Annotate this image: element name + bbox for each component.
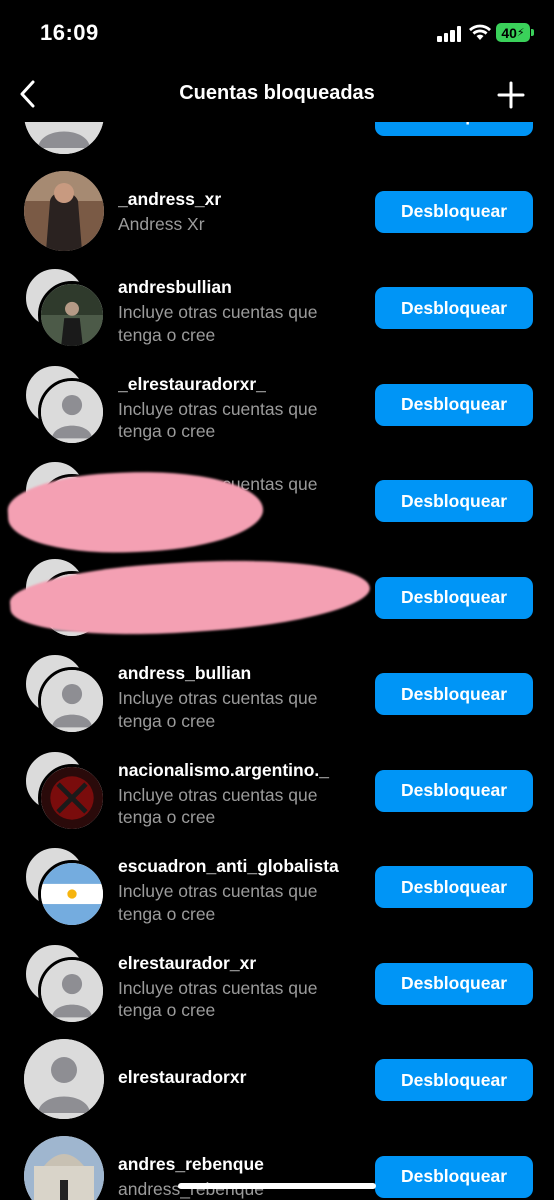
account-text: _andress_xr Andress Xr (118, 189, 363, 236)
cellular-signal-icon (437, 26, 462, 42)
account-row[interactable]: elrestaurador_xr Incluye otras cuentas qu… (0, 935, 554, 1032)
home-indicator (178, 1183, 376, 1189)
avatar[interactable] (24, 363, 106, 446)
avatar-image (24, 1135, 104, 1200)
unblock-button[interactable]: Desbloquear (375, 1155, 533, 1198)
avatar[interactable] (24, 942, 106, 1025)
account-username[interactable]: _elrestauradorxr_ (118, 374, 363, 395)
avatar[interactable] (24, 1039, 104, 1119)
avatar[interactable] (24, 122, 104, 154)
account-username[interactable]: escuadron_anti_globalista (118, 856, 363, 877)
blocked-accounts-list[interactable]: buenainformacion2025Desbloquear_andress_… (0, 122, 554, 1200)
account-row[interactable]: elrestauradorxr Desbloquear (0, 1031, 554, 1128)
unblock-button[interactable]: Desbloquear (375, 866, 533, 908)
battery-cap (531, 29, 534, 36)
account-row[interactable]: nacionalismo.argentino._ Incluye otras cu… (0, 742, 554, 839)
account-username[interactable]: andress_bullian (118, 663, 363, 684)
unblock-button[interactable]: Desbloquear (375, 122, 533, 136)
account-subtitle: Incluye otras cuentas que tenga o cree (118, 398, 318, 442)
unblock-button[interactable]: Desbloquear (375, 673, 533, 715)
avatar[interactable] (24, 653, 106, 735)
account-username[interactable]: andresbullian (118, 277, 363, 298)
avatar-front (38, 667, 106, 735)
battery-icon: 40 ⚡ (496, 23, 530, 42)
account-row[interactable]: _elrestauradorxr_ Incluye otras cuentas q… (0, 356, 554, 453)
unblock-button[interactable]: Desbloquear (375, 480, 533, 522)
page-title: Cuentas bloqueadas (179, 82, 375, 104)
account-username[interactable]: _andress_xr (118, 189, 363, 210)
avatar-front (38, 860, 106, 928)
account-subtitle: Incluye otras cuentas que tenga o cree (118, 977, 318, 1021)
avatar[interactable] (24, 267, 106, 349)
avatar-image (24, 1039, 104, 1119)
account-text: andress_bullian Incluye otras cuentas que… (118, 663, 363, 732)
account-username[interactable]: elrestauradorxr (118, 1067, 363, 1088)
avatar[interactable] (24, 846, 106, 928)
plus-icon (497, 81, 525, 109)
account-username[interactable]: elrestaurador_xr (118, 953, 363, 974)
account-subtitle: Incluye otras cuentas que tenga o cree (118, 784, 318, 828)
account-subtitle: Incluye otras cuentas que tenga o cree (118, 881, 318, 924)
battery-level: 40 (501, 24, 517, 41)
account-subtitle: Andress Xr (118, 213, 205, 234)
account-text: andresbullian Incluye otras cuentas que t… (118, 277, 363, 346)
add-button[interactable] (492, 76, 530, 114)
navigation-header: Cuentas bloqueadas (0, 66, 554, 122)
account-username[interactable]: andres_rebenque (118, 1154, 363, 1175)
avatar-front (38, 956, 106, 1025)
account-row[interactable]: buenainformacion2025 Desbloquear (0, 122, 554, 163)
account-text: escuadron_anti_globalista Incluye otras c… (118, 856, 363, 925)
account-row[interactable]: escuadron_anti_globalista Incluye otras c… (0, 838, 554, 935)
account-text: andres_rebenqueandress_rebenque (118, 1154, 363, 1200)
account-text: elrestauradorxr (118, 1067, 363, 1088)
account-row[interactable]: andress_bullian Incluye otras cuentas que… (0, 645, 554, 742)
avatar-image (24, 122, 104, 154)
avatar-front (38, 763, 106, 832)
status-time: 16:09 (40, 20, 99, 45)
account-text: buenainformacion2025 (118, 122, 363, 123)
avatar[interactable] (24, 1135, 104, 1200)
account-text: elrestaurador_xr Incluye otras cuentas qu… (118, 953, 363, 1022)
unblock-button[interactable]: Desbloquear (375, 287, 533, 329)
account-row[interactable]: andres_rebenqueandress_rebenque Desbloque… (0, 1128, 554, 1200)
account-text: _elrestauradorxr_ Incluye otras cuentas q… (118, 374, 363, 443)
avatar[interactable] (24, 170, 104, 251)
unblock-button[interactable]: Desbloquear (375, 769, 533, 812)
account-subtitle: Incluye otras cuentas que tenga o cree (118, 302, 318, 345)
account-subtitle: Incluye otras cuentas que tenga o cree (118, 688, 318, 731)
account-row[interactable]: _andress_xr Andress Xr Desbloquear (0, 163, 554, 260)
unblock-button[interactable]: Desbloquear (375, 962, 533, 1005)
unblock-button[interactable]: Desbloquear (375, 576, 533, 619)
account-username[interactable]: buenainformacion2025 (118, 122, 363, 123)
status-bar: 16:09 40 ⚡ (0, 0, 554, 66)
unblock-button[interactable]: Desbloquear (375, 383, 533, 426)
account-row[interactable]: andresbullian Incluye otras cuentas que t… (0, 259, 554, 356)
avatar[interactable] (24, 749, 106, 832)
list-content: buenainformacion2025Desbloquear_andress_… (0, 122, 554, 1200)
unblock-button[interactable]: Desbloquear (375, 190, 533, 233)
avatar-image (24, 170, 104, 251)
avatar-front (38, 377, 106, 446)
account-text: nacionalismo.argentino._ Incluye otras cu… (118, 760, 363, 829)
account-username[interactable]: nacionalismo.argentino._ (118, 760, 363, 781)
avatar-front (38, 281, 106, 349)
wifi-icon (469, 24, 491, 40)
unblock-button[interactable]: Desbloquear (375, 1059, 533, 1101)
